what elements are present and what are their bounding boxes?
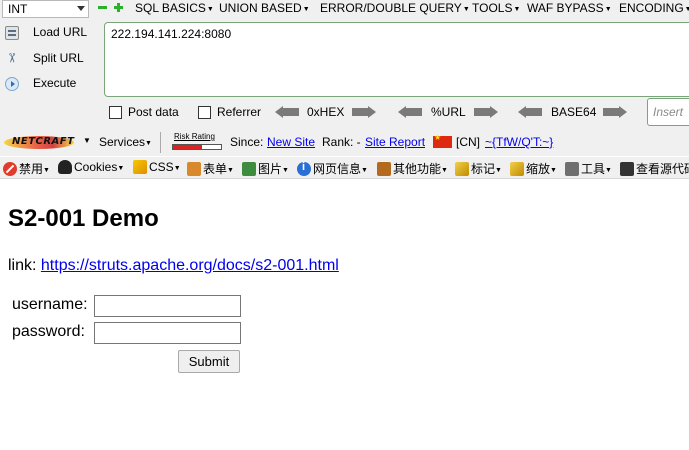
toolbar-divider <box>160 132 161 153</box>
css-icon <box>133 160 147 174</box>
menu-tools[interactable]: TOOLS▼ <box>472 1 520 15</box>
minus-icon[interactable] <box>98 3 107 12</box>
country-code: [CN] <box>456 135 480 149</box>
hosting-link[interactable]: ~{TfW/Q'T:~} <box>485 135 553 149</box>
menu-sql-basics[interactable]: SQL BASICS▼ <box>135 1 214 15</box>
web-developer-toolbar: 禁用▼ Cookies▼ CSS▼ 表单▼ 图片▼ 网页信息▼ 其他功能▼ 标记… <box>0 157 689 179</box>
insert-string-input[interactable]: Insert <box>647 98 689 126</box>
mark-menu[interactable]: 标记▼ <box>455 160 502 177</box>
post-data-checkbox[interactable] <box>109 106 122 119</box>
plus-icon[interactable] <box>114 3 123 12</box>
disable-icon <box>3 162 17 176</box>
netcraft-toolbar: NETCRAFT ▼ Services▼ Risk Rating Since: … <box>0 130 689 156</box>
base64-decode-arrow-icon[interactable] <box>518 106 542 118</box>
url-decode-arrow-icon[interactable] <box>398 106 422 118</box>
tools-menu[interactable]: 工具▼ <box>565 160 612 177</box>
hackbar-menu-row: INT SQL BASICS▼ UNION BASED▼ ERROR/DOUBL… <box>0 0 689 18</box>
password-label: password: <box>12 323 85 340</box>
menu-error-double-query[interactable]: ERROR/DOUBLE QUERY▼ <box>320 1 470 15</box>
image-icon <box>242 162 256 176</box>
username-input[interactable] <box>94 295 241 317</box>
info-icon <box>297 161 311 176</box>
chevron-down-icon[interactable]: ▼ <box>83 136 91 145</box>
other-functions-icon <box>377 162 391 176</box>
int-select-value: INT <box>8 2 28 16</box>
hackbar-options-row: Post data Referrer 0xHEX %URL BASE64 <box>0 101 689 125</box>
scissors-icon <box>5 52 19 66</box>
page-title: S2-001 Demo <box>8 205 159 232</box>
site-report-link[interactable]: Site Report <box>365 135 425 149</box>
link-line: link: https://struts.apache.org/docs/s2-… <box>8 257 339 275</box>
disable-menu[interactable]: 禁用▼ <box>3 160 50 177</box>
base64-label: BASE64 <box>551 105 597 119</box>
cookie-icon <box>58 160 72 174</box>
submit-button[interactable]: Submit <box>178 350 240 373</box>
s2-001-docs-link[interactable]: https://struts.apache.org/docs/s2-001.ht… <box>41 257 339 274</box>
menu-encoding[interactable]: ENCODING▼ <box>619 1 689 15</box>
link-label: link: <box>8 257 37 274</box>
form-icon <box>187 162 201 176</box>
password-input[interactable] <box>94 322 241 344</box>
ruler-icon <box>510 162 524 176</box>
view-source-button[interactable]: 查看源代码 <box>620 160 689 177</box>
services-menu[interactable]: Services▼ <box>99 135 152 149</box>
rank-label: Rank: - <box>322 135 361 149</box>
terminal-icon <box>620 162 634 176</box>
hex-label: 0xHEX <box>307 105 345 119</box>
pencil-icon <box>455 162 469 176</box>
other-functions-menu[interactable]: 其他功能▼ <box>377 160 448 177</box>
hex-encode-arrow-icon[interactable] <box>352 106 376 118</box>
referrer-label: Referrer <box>217 105 262 119</box>
referrer-checkbox[interactable] <box>198 106 211 119</box>
css-menu[interactable]: CSS▼ <box>133 160 181 174</box>
load-url-button[interactable]: Load URL <box>0 21 95 45</box>
risk-rating-meter[interactable]: Risk Rating <box>170 132 224 152</box>
forms-menu[interactable]: 表单▼ <box>187 160 234 177</box>
wrench-icon <box>565 162 579 176</box>
page-content: S2-001 Demo link: https://struts.apache.… <box>0 180 689 450</box>
hackbar-panel: INT SQL BASICS▼ UNION BASED▼ ERROR/DOUBL… <box>0 0 689 130</box>
zoom-menu[interactable]: 缩放▼ <box>510 160 557 177</box>
load-url-icon <box>5 26 19 40</box>
hex-decode-arrow-icon[interactable] <box>275 106 299 118</box>
since-label: Since: <box>230 135 264 149</box>
china-flag-icon <box>433 133 452 148</box>
netcraft-logo[interactable]: NETCRAFT <box>4 134 74 151</box>
images-menu[interactable]: 图片▼ <box>242 160 289 177</box>
since-link[interactable]: New Site <box>267 135 315 149</box>
execute-button[interactable]: Execute <box>0 72 95 96</box>
menu-union-based[interactable]: UNION BASED▼ <box>219 1 310 15</box>
browser-window: INT SQL BASICS▼ UNION BASED▼ ERROR/DOUBL… <box>0 0 689 450</box>
risk-rating-bar <box>172 144 222 150</box>
chevron-down-icon <box>77 6 85 11</box>
menu-waf-bypass[interactable]: WAF BYPASS▼ <box>527 1 612 15</box>
base64-encode-arrow-icon[interactable] <box>603 106 627 118</box>
url-textarea[interactable]: 222.194.141.224:8080 <box>104 22 689 97</box>
split-url-button[interactable]: Split URL <box>0 47 95 71</box>
play-icon <box>5 77 19 91</box>
int-select[interactable]: INT <box>2 0 89 18</box>
url-label: %URL <box>431 105 466 119</box>
page-info-menu[interactable]: 网页信息▼ <box>297 160 368 177</box>
url-encode-arrow-icon[interactable] <box>474 106 498 118</box>
username-label: username: <box>12 296 88 313</box>
post-data-label: Post data <box>128 105 179 119</box>
cookies-menu[interactable]: Cookies▼ <box>58 160 124 174</box>
